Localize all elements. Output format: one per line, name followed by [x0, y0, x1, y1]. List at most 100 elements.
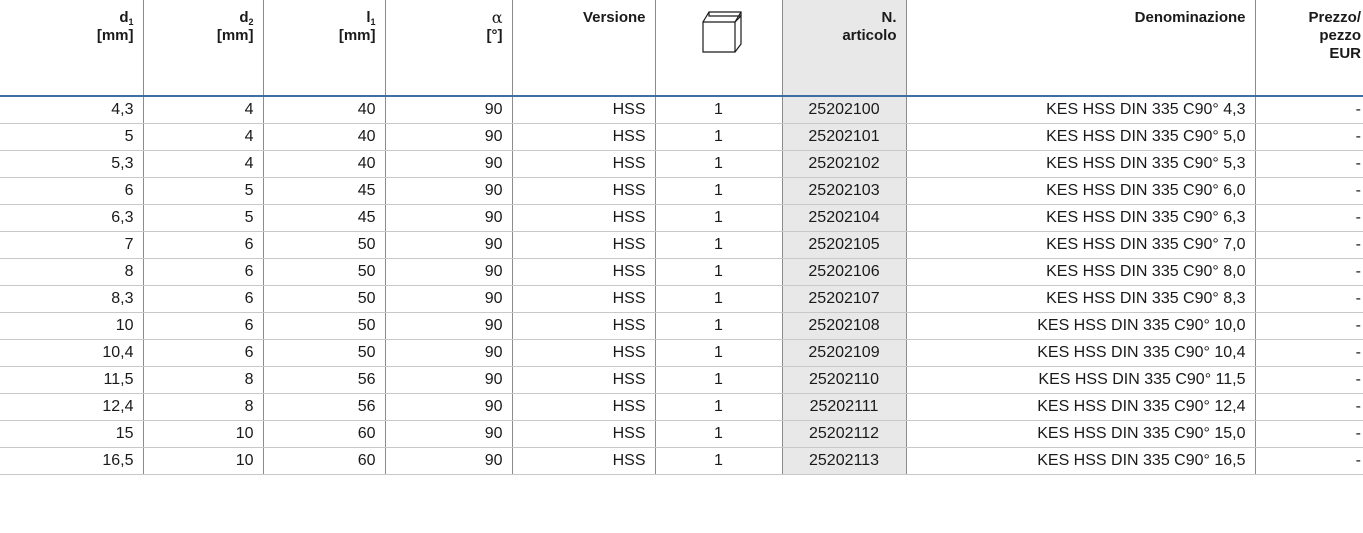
table-row: 4,3 4 40 90 HSS 1 25202100 KES HSS DIN 335 C90°… [0, 96, 1363, 124]
header-d2-subscript: 2 [248, 17, 254, 27]
cell-d1: 12,4 [0, 393, 144, 421]
cell-d2: 10 [143, 420, 264, 448]
cell-versione: HSS [512, 177, 656, 205]
cell-pack-qty: 1 [655, 339, 783, 367]
cell-denominazione: KES HSS DIN 335 C90° 15,0 [906, 420, 1256, 448]
cell-d2: 6 [143, 258, 264, 286]
cell-articolo: 25202109 [782, 339, 907, 367]
cell-prezzo: - [1255, 393, 1363, 421]
cell-d2: 6 [143, 339, 264, 367]
header-alpha-unit: [°] [486, 27, 503, 44]
table-row: 15 10 60 90 HSS 1 25202112 KES HSS DIN 335 C90°… [0, 420, 1363, 448]
cell-versione: HSS [512, 231, 656, 259]
cell-articolo: 25202100 [782, 96, 907, 124]
cell-articolo: 25202106 [782, 258, 907, 286]
cell-articolo: 25202104 [782, 204, 907, 232]
cell-alpha: 90 [385, 204, 513, 232]
cell-d1: 5 [0, 123, 144, 151]
header-d1-unit: [mm] [96, 27, 134, 44]
cell-d2: 10 [143, 447, 264, 475]
cell-d1: 6 [0, 177, 144, 205]
cell-alpha: 90 [385, 339, 513, 367]
cell-denominazione: KES HSS DIN 335 C90° 5,0 [906, 123, 1256, 151]
cell-pack-qty: 1 [655, 177, 783, 205]
cell-l1: 40 [263, 96, 386, 124]
header-prezzo-line2: pezzo [1319, 27, 1361, 44]
cell-l1: 50 [263, 285, 386, 313]
cell-l1: 40 [263, 123, 386, 151]
cell-pack-qty: 1 [655, 204, 783, 232]
cell-denominazione: KES HSS DIN 335 C90° 6,0 [906, 177, 1256, 205]
cell-versione: HSS [512, 366, 656, 394]
cell-d1: 5,3 [0, 150, 144, 178]
cell-d2: 4 [143, 96, 264, 124]
cell-articolo: 25202111 [782, 393, 907, 421]
header-articolo-line2: articolo [842, 27, 897, 44]
cell-prezzo: - [1255, 312, 1363, 340]
header-prezzo-line3: EUR [1329, 45, 1361, 62]
cell-versione: HSS [512, 393, 656, 421]
cell-alpha: 90 [385, 420, 513, 448]
cell-d2: 4 [143, 150, 264, 178]
cell-alpha: 90 [385, 393, 513, 421]
box-icon [701, 11, 742, 53]
header-l1: l1 [mm] [263, 0, 386, 97]
cell-alpha: 90 [385, 447, 513, 475]
cell-versione: HSS [512, 204, 656, 232]
header-alpha-symbol: α [491, 8, 503, 27]
cell-versione: HSS [512, 285, 656, 313]
cell-articolo: 25202112 [782, 420, 907, 448]
cell-d1: 16,5 [0, 447, 144, 475]
cell-versione: HSS [512, 312, 656, 340]
table-row: 16,5 10 60 90 HSS 1 25202113 KES HSS DIN 335 C9… [0, 447, 1363, 475]
product-table: d1 [mm] d2 [mm] l1 [mm] α [°] Versione N… [0, 0, 1363, 475]
cell-versione: HSS [512, 447, 656, 475]
cell-denominazione: KES HSS DIN 335 C90° 8,0 [906, 258, 1256, 286]
cell-prezzo: - [1255, 420, 1363, 448]
cell-alpha: 90 [385, 177, 513, 205]
cell-d2: 4 [143, 123, 264, 151]
cell-articolo: 25202110 [782, 366, 907, 394]
table-row: 7 6 50 90 HSS 1 25202105 KES HSS DIN 335 C90° 7… [0, 231, 1363, 259]
cell-denominazione: KES HSS DIN 335 C90° 12,4 [906, 393, 1256, 421]
cell-d2: 6 [143, 285, 264, 313]
cell-pack-qty: 1 [655, 150, 783, 178]
cell-articolo: 25202105 [782, 231, 907, 259]
cell-alpha: 90 [385, 231, 513, 259]
header-d1: d1 [mm] [0, 0, 144, 97]
header-articolo: N. articolo [782, 0, 907, 97]
cell-versione: HSS [512, 258, 656, 286]
cell-d2: 8 [143, 393, 264, 421]
table-row: 6 5 45 90 HSS 1 25202103 KES HSS DIN 335 C90° 6… [0, 177, 1363, 205]
cell-pack-qty: 1 [655, 366, 783, 394]
cell-denominazione: KES HSS DIN 335 C90° 10,4 [906, 339, 1256, 367]
cell-l1: 50 [263, 339, 386, 367]
cell-versione: HSS [512, 123, 656, 151]
cell-pack-qty: 1 [655, 447, 783, 475]
cell-l1: 45 [263, 204, 386, 232]
cell-d2: 5 [143, 177, 264, 205]
table-row: 10,4 6 50 90 HSS 1 25202109 KES HSS DIN 335 C90… [0, 339, 1363, 367]
cell-alpha: 90 [385, 123, 513, 151]
cell-pack-qty: 1 [655, 393, 783, 421]
table-row: 12,4 8 56 90 HSS 1 25202111 KES HSS DIN 335 C90… [0, 393, 1363, 421]
cell-prezzo: - [1255, 177, 1363, 205]
header-row: d1 [mm] d2 [mm] l1 [mm] α [°] Versione N… [0, 0, 1363, 97]
header-alpha: α [°] [385, 0, 513, 97]
cell-versione: HSS [512, 96, 656, 124]
header-prezzo: Prezzo/ pezzo EUR [1255, 0, 1363, 97]
cell-d2: 5 [143, 204, 264, 232]
header-d1-subscript: 1 [128, 17, 134, 27]
cell-prezzo: - [1255, 231, 1363, 259]
table-row: 6,3 5 45 90 HSS 1 25202104 KES HSS DIN 335 C90°… [0, 204, 1363, 232]
cell-d1: 10 [0, 312, 144, 340]
header-denominazione: Denominazione [906, 0, 1256, 97]
cell-d1: 8,3 [0, 285, 144, 313]
cell-alpha: 90 [385, 96, 513, 124]
table-row: 10 6 50 90 HSS 1 25202108 KES HSS DIN 335 C90° … [0, 312, 1363, 340]
table-body: 4,3 4 40 90 HSS 1 25202100 KES HSS DIN 335 C90°… [0, 96, 1363, 475]
cell-l1: 45 [263, 177, 386, 205]
cell-denominazione: KES HSS DIN 335 C90° 7,0 [906, 231, 1256, 259]
cell-denominazione: KES HSS DIN 335 C90° 5,3 [906, 150, 1256, 178]
cell-denominazione: KES HSS DIN 335 C90° 11,5 [906, 366, 1256, 394]
